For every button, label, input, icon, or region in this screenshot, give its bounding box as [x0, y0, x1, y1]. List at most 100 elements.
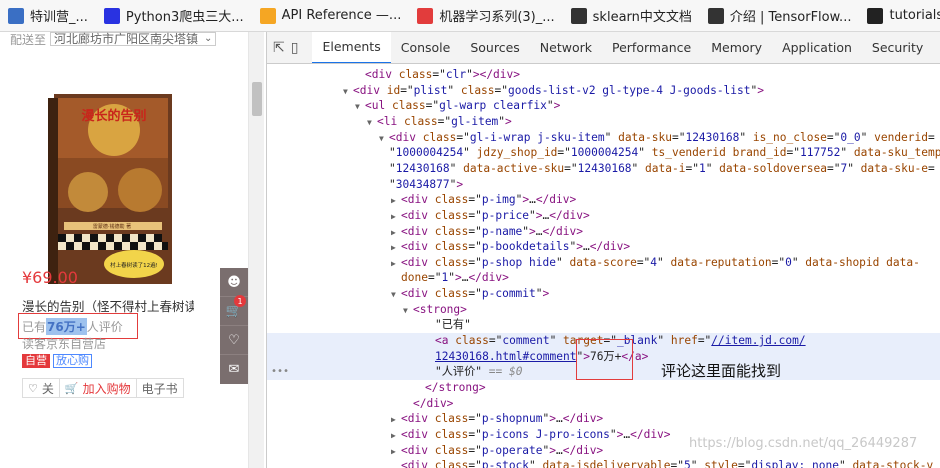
book-cover-image[interactable]: 漫长的告别 雷蒙德·钱德勒 著 村上春树读了12遍!: [48, 94, 176, 286]
expand-triangle-icon[interactable]: ▶: [391, 256, 401, 271]
cart-tool-button[interactable]: 🛒 1: [220, 295, 248, 326]
devtools-tab-memory[interactable]: Memory: [701, 32, 772, 63]
dom-node-line[interactable]: "已有": [267, 317, 940, 333]
follow-label: 关: [41, 381, 54, 396]
dom-node-text: done="1">…</div>: [401, 271, 509, 285]
book-icon: [707, 7, 724, 24]
dom-node-text: <div class="gl-i-wrap j-sku-item" data-s…: [389, 130, 935, 144]
product-page: 配送至 河北廊坊市广阳区南尖塔镇 ⌄ 漫长的告别 雷蒙德·钱德勒 著 村上春树读…: [0, 32, 266, 468]
device-toggle-icon[interactable]: ▯: [291, 37, 299, 59]
devtools-tab-network[interactable]: Network: [530, 32, 602, 63]
dom-node-line[interactable]: "1000004254" jdzy_shop_id="1000004254" t…: [267, 145, 940, 161]
follow-button[interactable]: ♡ 关: [22, 378, 60, 398]
dom-node-line[interactable]: "30434877">: [267, 177, 940, 193]
collapse-triangle-icon[interactable]: ▼: [343, 84, 353, 99]
dom-node-line[interactable]: ▼ <div class="p-commit">: [267, 286, 940, 302]
dom-node-line[interactable]: <div class="clr"></div>: [267, 67, 940, 83]
bookmark-label: 机器学习系列(3)_...: [439, 10, 555, 25]
message-tool-button[interactable]: ✉: [220, 355, 248, 384]
collapse-triangle-icon[interactable]: ▼: [367, 115, 377, 130]
expand-triangle-icon[interactable]: ▶: [391, 444, 401, 459]
bookmark-3[interactable]: 机器学习系列(3)_...: [409, 0, 562, 31]
dom-node-text: <div class="p-shop hide" data-score="4" …: [401, 255, 920, 269]
dom-node-line[interactable]: ▼ <strong>: [267, 302, 940, 318]
devtools-tab-performance[interactable]: Performance: [602, 32, 701, 63]
product-price: ¥69.00: [22, 268, 78, 287]
dom-node-text: <div class="p-icons J-pro-icons">…</div>: [401, 427, 671, 441]
book-cover-title: 漫长的告别: [81, 108, 146, 124]
dom-node-line[interactable]: </strong>: [267, 380, 940, 396]
devtools-tab-security[interactable]: Security: [862, 32, 933, 63]
dom-node-text: <div class="p-price">…</div>: [401, 208, 590, 222]
bookmark-6[interactable]: tutorials/tensorflo: [859, 0, 940, 31]
devtools-tab-console[interactable]: Console: [391, 32, 461, 63]
bookmark-label: 特训营_...: [30, 10, 88, 25]
shop-name-link[interactable]: 读客京东自营店: [22, 335, 106, 352]
devtools-panel: ⇱ ▯ Elements Console Sources Network Perform…: [266, 32, 940, 468]
delivery-label: 配送至: [10, 32, 47, 47]
bookmark-label: API Reference —...: [281, 8, 402, 23]
expand-triangle-icon[interactable]: ▶: [391, 240, 401, 255]
favorites-tool-button[interactable]: ♡: [220, 326, 248, 355]
bookmark-label: tutorials/tensorflo: [889, 8, 940, 23]
collapse-triangle-icon[interactable]: ▼: [391, 287, 401, 302]
book-cover-subtitle: 村上春树读了12遍!: [110, 261, 158, 269]
dom-node-line[interactable]: ▶ <div class="p-name">…</div>: [267, 224, 940, 240]
inspect-element-icon[interactable]: ⇱: [273, 37, 285, 59]
node-ellipsis-icon[interactable]: •••: [271, 364, 291, 380]
dom-node-line[interactable]: ▼ <div class="gl-i-wrap j-sku-item" data-…: [267, 130, 940, 146]
comment-count-link[interactable]: 76万+: [46, 317, 87, 335]
dom-node-line[interactable]: ▼ <div id="plist" class="goods-list-v2 gl…: [267, 83, 940, 99]
bookmark-4[interactable]: sklearn中文文档: [563, 0, 700, 31]
chevron-down-icon: ⌄: [204, 33, 213, 44]
dom-node-line[interactable]: ▶ <div class="p-bookdetails">…</div>: [267, 239, 940, 255]
expand-triangle-icon[interactable]: ▶: [391, 193, 401, 208]
dom-node-line[interactable]: ▼ <li class="gl-item">: [267, 114, 940, 130]
dom-node-text: <ul class="gl-warp clearfix">: [365, 99, 561, 113]
devtools-tab-au[interactable]: Au: [933, 32, 940, 63]
bookmark-2[interactable]: API Reference —...: [252, 0, 410, 31]
delivery-address: 河北廊坊市广阳区南尖塔镇: [54, 32, 199, 46]
devtools-tab-application[interactable]: Application: [772, 32, 862, 63]
elements-tree: <div class="clr"></div> ▼ <div id="plist" …: [267, 65, 940, 468]
page-scrollbar[interactable]: [248, 32, 264, 468]
dom-node-line[interactable]: "12430168" data-active-sku="12430168" da…: [267, 161, 940, 177]
bookmark-1[interactable]: Python3爬虫三大...: [96, 0, 252, 31]
scrollbar-thumb[interactable]: [252, 82, 262, 116]
expand-triangle-icon[interactable]: ▶: [391, 225, 401, 240]
dom-node-line[interactable]: <div class="p-stock" data-isdeliveryable…: [267, 458, 940, 468]
devtools-tab-elements[interactable]: Elements: [312, 32, 391, 63]
comment-suffix: 人评价: [86, 319, 123, 334]
dom-node-text: <div class="p-bookdetails">…</div>: [401, 240, 631, 254]
book-cover-svg: 漫长的告别 雷蒙德·钱德勒 著 村上春树读了12遍!: [48, 94, 172, 284]
dom-node-line[interactable]: ▼ <ul class="gl-warp clearfix">: [267, 98, 940, 114]
dom-node-line[interactable]: ▶ <div class="p-price">…</div>: [267, 208, 940, 224]
bookmark-label: 介绍 | TensorFlow...: [729, 10, 852, 25]
expand-triangle-icon[interactable]: ▶: [391, 412, 401, 427]
dom-node-text: <div class="p-operate">…</div>: [401, 443, 604, 457]
bookmark-5[interactable]: 介绍 | TensorFlow...: [700, 0, 860, 31]
dom-node-text: <div class="p-stock" data-isdeliveryable…: [401, 459, 934, 468]
dom-node-line[interactable]: ▶ <div class="p-shop hide" data-score="4"…: [267, 255, 940, 271]
dom-node-text: "人评价" == $0: [435, 365, 523, 379]
annotation-text: 评论这里面能找到: [661, 362, 782, 380]
collapse-triangle-icon[interactable]: ▼: [355, 99, 365, 114]
collapse-triangle-icon[interactable]: ▼: [379, 131, 389, 146]
dom-node-text: "已有": [435, 318, 471, 332]
product-tags: 自营 放心购: [22, 354, 92, 368]
collapse-triangle-icon[interactable]: ▼: [403, 303, 413, 318]
dom-node-line[interactable]: ▶ <div class="p-img">…</div>: [267, 192, 940, 208]
expand-triangle-icon[interactable]: ▶: [391, 428, 401, 443]
dom-node-line[interactable]: ▶ <div class="p-shopnum">…</div>: [267, 411, 940, 427]
user-tool-button[interactable]: ☻: [220, 268, 248, 297]
bookmark-0[interactable]: 特训营_...: [0, 0, 96, 31]
add-to-cart-button[interactable]: 🛒 加入购物: [58, 378, 137, 398]
devtools-tab-sources[interactable]: Sources: [460, 32, 529, 63]
delivery-row: 配送至 河北廊坊市广阳区南尖塔镇 ⌄: [10, 32, 246, 46]
dom-node-line[interactable]: </div>: [267, 396, 940, 412]
dom-node-line[interactable]: done="1">…</div>: [267, 270, 940, 286]
expand-triangle-icon[interactable]: ▶: [391, 209, 401, 224]
delivery-address-select[interactable]: 河北廊坊市广阳区南尖塔镇 ⌄: [50, 32, 217, 46]
dom-node-text: <div class="p-img">…</div>: [401, 193, 577, 207]
ebook-button[interactable]: 电子书: [135, 378, 184, 398]
